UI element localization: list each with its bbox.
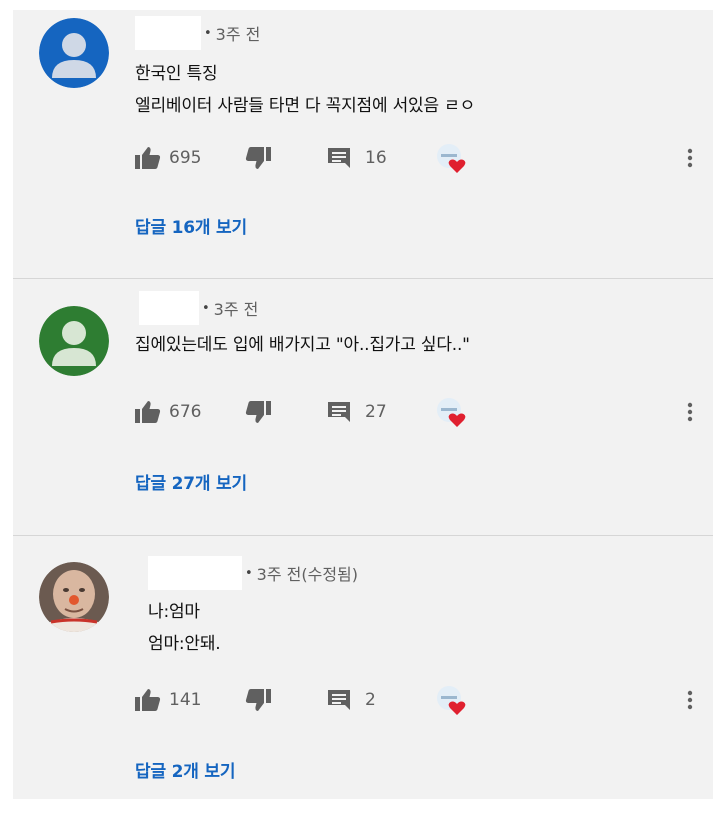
reply-button[interactable]: 27 <box>327 401 435 423</box>
thumbs-up-icon <box>135 147 161 169</box>
dislike-button[interactable] <box>245 400 327 424</box>
comment-time: 3주 전 <box>215 25 261 44</box>
person-icon <box>39 306 109 376</box>
author-name-redacted[interactable] <box>139 291 199 325</box>
like-button[interactable]: 676 <box>135 400 245 424</box>
like-button[interactable]: 695 <box>135 146 245 170</box>
comment-item: • 3주 전(수정됨) 나:엄마 엄마:안돼. 141 2 답글 2개 보기 <box>13 536 713 799</box>
avatar[interactable] <box>39 306 109 376</box>
comment-actions: 695 16 <box>135 138 713 178</box>
view-replies-link[interactable]: 답글 27개 보기 <box>135 469 247 494</box>
comment-icon <box>328 402 350 422</box>
view-replies-link[interactable]: 답글 16개 보기 <box>135 213 247 238</box>
comment-item: • 3주 전 집에있는데도 입에 배가지고 "아..집가고 싶다.." 676 <box>13 279 713 536</box>
like-count: 676 <box>169 402 202 422</box>
like-count: 141 <box>169 690 202 710</box>
creator-heart-icon <box>435 685 467 715</box>
reply-button[interactable]: 16 <box>327 147 435 169</box>
reply-count: 27 <box>365 402 387 422</box>
comment-body: • 3주 전 한국인 특징 엘리베이터 사람들 타면 다 꼭지점에 서있음 ㄹㅇ <box>135 16 713 122</box>
thumbs-down-icon <box>245 401 271 423</box>
comment-line: 집에있는데도 입에 배가지고 "아..집가고 싶다.." <box>135 335 470 355</box>
author-name-redacted[interactable] <box>135 16 201 50</box>
comment-text: 한국인 특징 엘리베이터 사람들 타면 다 꼭지점에 서있음 ㄹㅇ <box>135 58 713 122</box>
reply-count: 2 <box>365 690 376 710</box>
dislike-button[interactable] <box>245 146 327 170</box>
comment-time: 3주 전 <box>213 300 259 319</box>
comment-body: • 3주 전 집에있는데도 입에 배가지고 "아..집가고 싶다.." <box>135 291 713 361</box>
more-vert-icon[interactable] <box>687 690 693 714</box>
comment-line: 엄마:안돼. <box>148 634 221 654</box>
author-name-redacted[interactable] <box>148 556 242 590</box>
comment-time: 3주 전(수정됨) <box>256 565 359 584</box>
comment-list: • 3주 전 한국인 특징 엘리베이터 사람들 타면 다 꼭지점에 서있음 ㄹㅇ… <box>13 10 713 799</box>
like-button[interactable]: 141 <box>135 688 245 712</box>
comment-text: 집에있는데도 입에 배가지고 "아..집가고 싶다.." <box>135 329 713 361</box>
avatar-photo <box>39 562 109 632</box>
reply-count: 16 <box>365 148 387 168</box>
creator-heart-icon <box>435 397 467 427</box>
dislike-button[interactable] <box>245 688 327 712</box>
thumbs-down-icon <box>245 147 271 169</box>
comment-meta: • 3주 전 <box>135 291 713 325</box>
comment-icon <box>328 690 350 710</box>
comment-item: • 3주 전 한국인 특징 엘리베이터 사람들 타면 다 꼭지점에 서있음 ㄹㅇ… <box>13 10 713 279</box>
avatar[interactable] <box>39 562 109 632</box>
like-count: 695 <box>169 148 202 168</box>
comment-body: • 3주 전(수정됨) 나:엄마 엄마:안돼. <box>148 556 713 660</box>
comment-text: 나:엄마 엄마:안돼. <box>148 596 713 660</box>
comment-meta: • 3주 전 <box>135 16 713 50</box>
creator-heart-icon <box>435 143 467 173</box>
view-replies-link[interactable]: 답글 2개 보기 <box>135 757 235 782</box>
more-vert-icon[interactable] <box>687 402 693 426</box>
comment-icon <box>328 148 350 168</box>
comment-line: 한국인 특징 <box>135 64 218 84</box>
comment-actions: 141 2 <box>135 680 713 720</box>
comment-line: 엘리베이터 사람들 타면 다 꼭지점에 서있음 ㄹㅇ <box>135 96 476 116</box>
reply-button[interactable]: 2 <box>327 689 435 711</box>
thumbs-up-icon <box>135 401 161 423</box>
more-vert-icon[interactable] <box>687 148 693 172</box>
comment-actions: 676 27 <box>135 392 713 432</box>
thumbs-down-icon <box>245 689 271 711</box>
comment-meta: • 3주 전(수정됨) <box>148 556 713 590</box>
comment-line: 나:엄마 <box>148 602 200 622</box>
thumbs-up-icon <box>135 689 161 711</box>
person-icon <box>39 18 109 88</box>
avatar[interactable] <box>39 18 109 88</box>
